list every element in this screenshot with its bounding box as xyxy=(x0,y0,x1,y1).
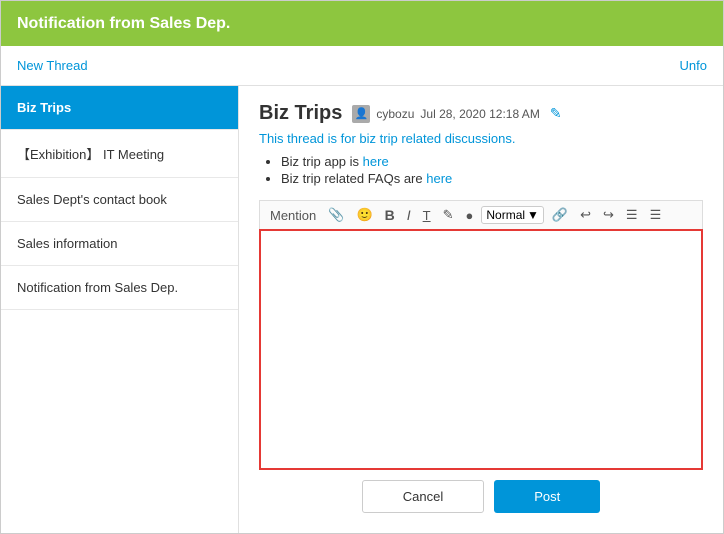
underline-button[interactable]: T xyxy=(419,206,435,225)
new-thread-link[interactable]: New Thread xyxy=(17,58,88,73)
sidebar-item-biz-trips[interactable]: Biz Trips xyxy=(1,86,238,130)
attach-button[interactable]: 📎 xyxy=(324,205,348,225)
undo-button[interactable]: ↩ xyxy=(576,205,595,225)
biz-trip-app-link[interactable]: here xyxy=(363,154,389,169)
thread-link-2: Biz trip related FAQs are here xyxy=(281,171,703,186)
cancel-button[interactable]: Cancel xyxy=(362,480,484,513)
thread-description: This thread is for biz trip related disc… xyxy=(259,131,703,146)
action-bar: Cancel Post xyxy=(259,470,703,517)
thread-author: cybozu xyxy=(376,107,414,121)
unfollow-anchor[interactable]: Unfo xyxy=(680,58,707,73)
italic-button[interactable]: I xyxy=(403,205,415,225)
font-size-label: Normal xyxy=(486,208,525,222)
new-thread-anchor[interactable]: New Thread xyxy=(17,58,88,73)
thread-date: Jul 28, 2020 12:18 AM xyxy=(420,107,539,121)
bullet-list-button[interactable]: ☰ xyxy=(622,205,642,225)
more-format-button[interactable]: ● xyxy=(462,206,478,225)
emoji-button[interactable]: 🙂 xyxy=(352,205,376,225)
thread-title: Biz Trips xyxy=(259,102,342,125)
thread-links: Biz trip app is here Biz trip related FA… xyxy=(259,154,703,188)
unfollow-link[interactable]: Unfo xyxy=(680,58,707,73)
biz-trip-faq-link[interactable]: here xyxy=(426,171,452,186)
top-bar: New Thread Unfo xyxy=(1,46,723,86)
edit-icon[interactable]: ✎ xyxy=(550,105,562,122)
content-area: Biz Trips 👤 cybozu Jul 28, 2020 12:18 AM… xyxy=(239,86,723,533)
thread-meta: 👤 cybozu Jul 28, 2020 12:18 AM xyxy=(352,105,539,123)
main-content: Biz Trips 【Exhibition】 IT Meeting Sales … xyxy=(1,86,723,533)
editor-wrapper xyxy=(259,229,703,470)
avatar-icon: 👤 xyxy=(352,105,370,123)
sidebar-item-it-meeting[interactable]: 【Exhibition】 IT Meeting xyxy=(1,130,238,178)
thread-link-1: Biz trip app is here xyxy=(281,154,703,169)
bold-button[interactable]: B xyxy=(381,205,399,225)
sidebar-item-contact-book[interactable]: Sales Dept's contact book xyxy=(1,178,238,222)
sidebar-item-sales-info[interactable]: Sales information xyxy=(1,222,238,266)
redo-button[interactable]: ↪ xyxy=(599,205,618,225)
app-header: Notification from Sales Dep. xyxy=(1,1,723,46)
editor-input[interactable] xyxy=(261,231,701,468)
sidebar: Biz Trips 【Exhibition】 IT Meeting Sales … xyxy=(1,86,239,533)
more-button[interactable]: ☰ xyxy=(646,205,666,225)
highlight-button[interactable]: ✎ xyxy=(439,205,458,225)
link-button[interactable]: 🔗 xyxy=(548,205,572,225)
font-size-select[interactable]: Normal ▼ xyxy=(481,206,544,224)
post-button[interactable]: Post xyxy=(494,480,600,513)
header-title: Notification from Sales Dep. xyxy=(17,15,230,33)
thread-header: Biz Trips 👤 cybozu Jul 28, 2020 12:18 AM… xyxy=(259,102,703,125)
sidebar-item-notification[interactable]: Notification from Sales Dep. xyxy=(1,266,238,310)
chevron-down-icon: ▼ xyxy=(527,208,539,222)
mention-button[interactable]: Mention xyxy=(266,206,320,225)
editor-toolbar: Mention 📎 🙂 B I T ✎ ● Normal ▼ 🔗 ↩ ↪ ☰ ☰ xyxy=(259,200,703,229)
